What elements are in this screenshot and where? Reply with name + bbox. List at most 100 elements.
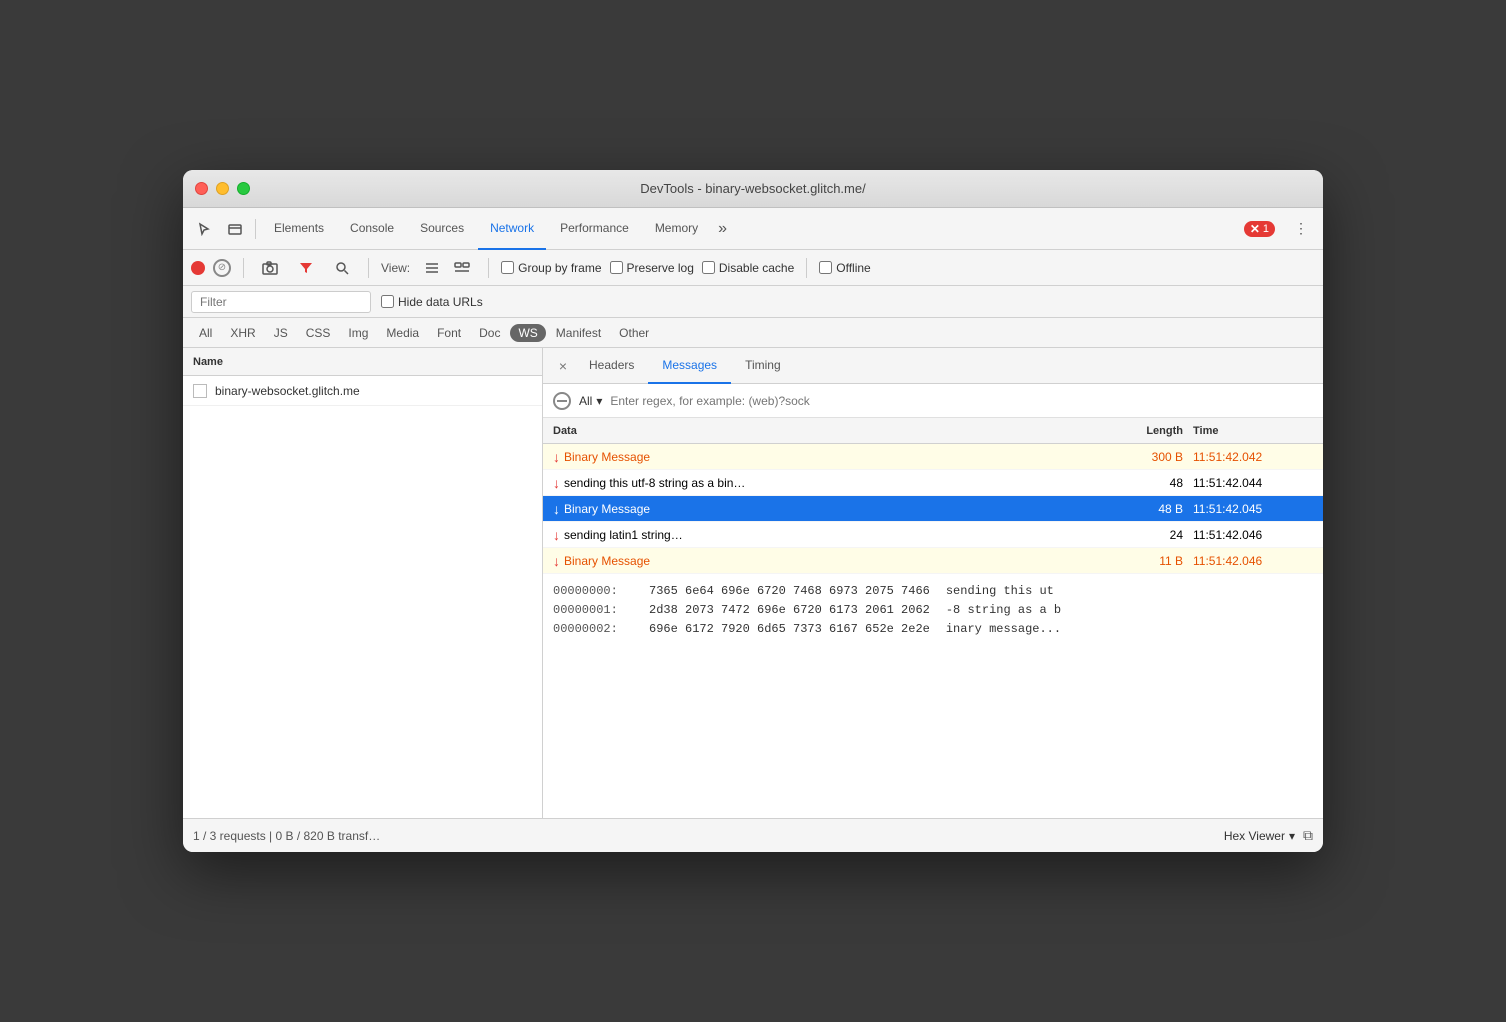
tab-performance[interactable]: Performance [548, 208, 641, 250]
preserve-log-checkbox[interactable] [610, 261, 623, 274]
type-filter-other[interactable]: Other [611, 324, 657, 342]
type-filter-font[interactable]: Font [429, 324, 469, 342]
type-filter-css[interactable]: CSS [298, 324, 339, 342]
msg-time-3: 11:51:42.046 [1193, 528, 1313, 542]
data-column-header: Data [553, 425, 1093, 437]
view-icons [418, 254, 476, 282]
disable-cache-group: Disable cache [702, 261, 794, 275]
copy-icon[interactable]: ⧉ [1303, 827, 1313, 844]
hex-text-0: sending this ut [946, 582, 1054, 601]
msg-name-1: sending this utf-8 string as a bin… [564, 476, 745, 490]
left-panel: Name binary-websocket.glitch.me [183, 348, 543, 818]
type-filter-img[interactable]: Img [340, 324, 376, 342]
request-icon [193, 384, 207, 398]
tab-messages[interactable]: Messages [648, 348, 731, 384]
message-row-2[interactable]: ↓ Binary Message 48 B 11:51:42.045 [543, 496, 1323, 522]
type-filter-js[interactable]: JS [266, 324, 296, 342]
view-label: View: [381, 261, 410, 275]
no-entry-icon [553, 392, 571, 410]
devtools-menu-icon[interactable]: ⋮ [1287, 215, 1315, 243]
msg-name-0: Binary Message [564, 450, 650, 464]
msg-length-3: 24 [1093, 528, 1193, 542]
detail-tabs: × Headers Messages Timing [543, 348, 1323, 384]
hide-urls-label: Hide data URLs [398, 295, 483, 309]
message-row-3[interactable]: ↓ sending latin1 string… 24 11:51:42.046 [543, 522, 1323, 548]
hex-viewer-arrow: ▾ [1289, 829, 1295, 843]
filter-dropdown-value: All [579, 394, 592, 408]
separator3 [488, 258, 489, 278]
group-by-frame-checkbox[interactable] [501, 261, 514, 274]
traffic-lights [195, 182, 250, 195]
type-filter-manifest[interactable]: Manifest [548, 324, 609, 342]
main-content: Name binary-websocket.glitch.me × Header… [183, 348, 1323, 818]
message-row-1[interactable]: ↓ sending this utf-8 string as a bin… 48… [543, 470, 1323, 496]
offline-label: Offline [836, 261, 870, 275]
arrow-icon-4: ↓ [553, 553, 560, 569]
tab-network[interactable]: Network [478, 208, 546, 250]
hex-bytes-1: 2d38 2073 7472 696e 6720 6173 2061 2062 [649, 601, 930, 620]
tab-memory[interactable]: Memory [643, 208, 710, 250]
request-name: binary-websocket.glitch.me [215, 384, 360, 398]
hex-addr-2: 00000002: [553, 620, 633, 639]
type-filter-all[interactable]: All [191, 324, 220, 342]
close-button[interactable] [195, 182, 208, 195]
dropdown-arrow: ▾ [596, 394, 602, 408]
hex-bytes-2: 696e 6172 7920 6d65 7373 6167 652e 2e2e [649, 620, 930, 639]
detail-view-icon[interactable] [448, 254, 476, 282]
tab-elements[interactable]: Elements [262, 208, 336, 250]
time-column-header: Time [1193, 425, 1313, 437]
clear-button[interactable]: ⊘ [213, 259, 231, 277]
offline-checkbox[interactable] [819, 261, 832, 274]
filter-icon[interactable] [292, 254, 320, 282]
type-filter-media[interactable]: Media [378, 324, 427, 342]
hex-line-0: 00000000: 7365 6e64 696e 6720 7468 6973 … [553, 582, 1313, 601]
filter-dropdown[interactable]: All ▾ [579, 394, 602, 408]
search-icon[interactable] [328, 254, 356, 282]
filter-input[interactable] [191, 291, 371, 313]
arrow-icon-2: ↓ [553, 501, 560, 517]
msg-length-2: 48 B [1093, 502, 1193, 516]
hex-addr-1: 00000001: [553, 601, 633, 620]
minimize-button[interactable] [216, 182, 229, 195]
cursor-icon[interactable] [191, 215, 219, 243]
disable-cache-checkbox[interactable] [702, 261, 715, 274]
message-row-0[interactable]: ↓ Binary Message 300 B 11:51:42.042 [543, 444, 1323, 470]
hex-line-2: 00000002: 696e 6172 7920 6d65 7373 6167 … [553, 620, 1313, 639]
name-column-header: Name [183, 348, 542, 376]
msg-time-1: 11:51:42.044 [1193, 476, 1313, 490]
tab-headers[interactable]: Headers [575, 348, 648, 384]
separator4 [806, 258, 807, 278]
dock-icon[interactable] [221, 215, 249, 243]
status-text: 1 / 3 requests | 0 B / 820 B transf… [193, 829, 380, 843]
type-filter-doc[interactable]: Doc [471, 324, 508, 342]
hex-viewer-label: Hex Viewer [1224, 829, 1285, 843]
hex-text-2: inary message... [946, 620, 1061, 639]
right-panel: × Headers Messages Timing All ▾ Data Len… [543, 348, 1323, 818]
type-filter-ws[interactable]: WS [510, 324, 545, 342]
type-filter-xhr[interactable]: XHR [222, 324, 263, 342]
request-item[interactable]: binary-websocket.glitch.me [183, 376, 542, 406]
tab-timing[interactable]: Timing [731, 348, 795, 384]
preserve-log-label: Preserve log [627, 261, 694, 275]
list-view-icon[interactable] [418, 254, 446, 282]
message-row-4[interactable]: ↓ Binary Message 11 B 11:51:42.046 [543, 548, 1323, 574]
tab-console[interactable]: Console [338, 208, 406, 250]
msg-length-0: 300 B [1093, 450, 1193, 464]
record-button[interactable] [191, 261, 205, 275]
type-filters: All XHR JS CSS Img Media Font Doc WS Man… [183, 318, 1323, 348]
msg-time-2: 11:51:42.045 [1193, 502, 1313, 516]
error-badge: ✕ 1 [1244, 221, 1275, 237]
close-detail-button[interactable]: × [551, 354, 575, 378]
devtools-window: DevTools - binary-websocket.glitch.me/ E… [183, 170, 1323, 852]
hex-text-1: -8 string as a b [946, 601, 1061, 620]
msg-name-3: sending latin1 string… [564, 528, 683, 542]
more-tabs-button[interactable]: » [712, 220, 733, 238]
screenshot-button[interactable] [256, 254, 284, 282]
regex-filter-input[interactable] [610, 394, 1313, 408]
maximize-button[interactable] [237, 182, 250, 195]
length-column-header: Length [1093, 425, 1193, 437]
tab-sources[interactable]: Sources [408, 208, 476, 250]
hide-urls-checkbox[interactable] [381, 295, 394, 308]
hex-viewer-button[interactable]: Hex Viewer ▾ [1224, 829, 1295, 843]
preserve-log-group: Preserve log [610, 261, 694, 275]
